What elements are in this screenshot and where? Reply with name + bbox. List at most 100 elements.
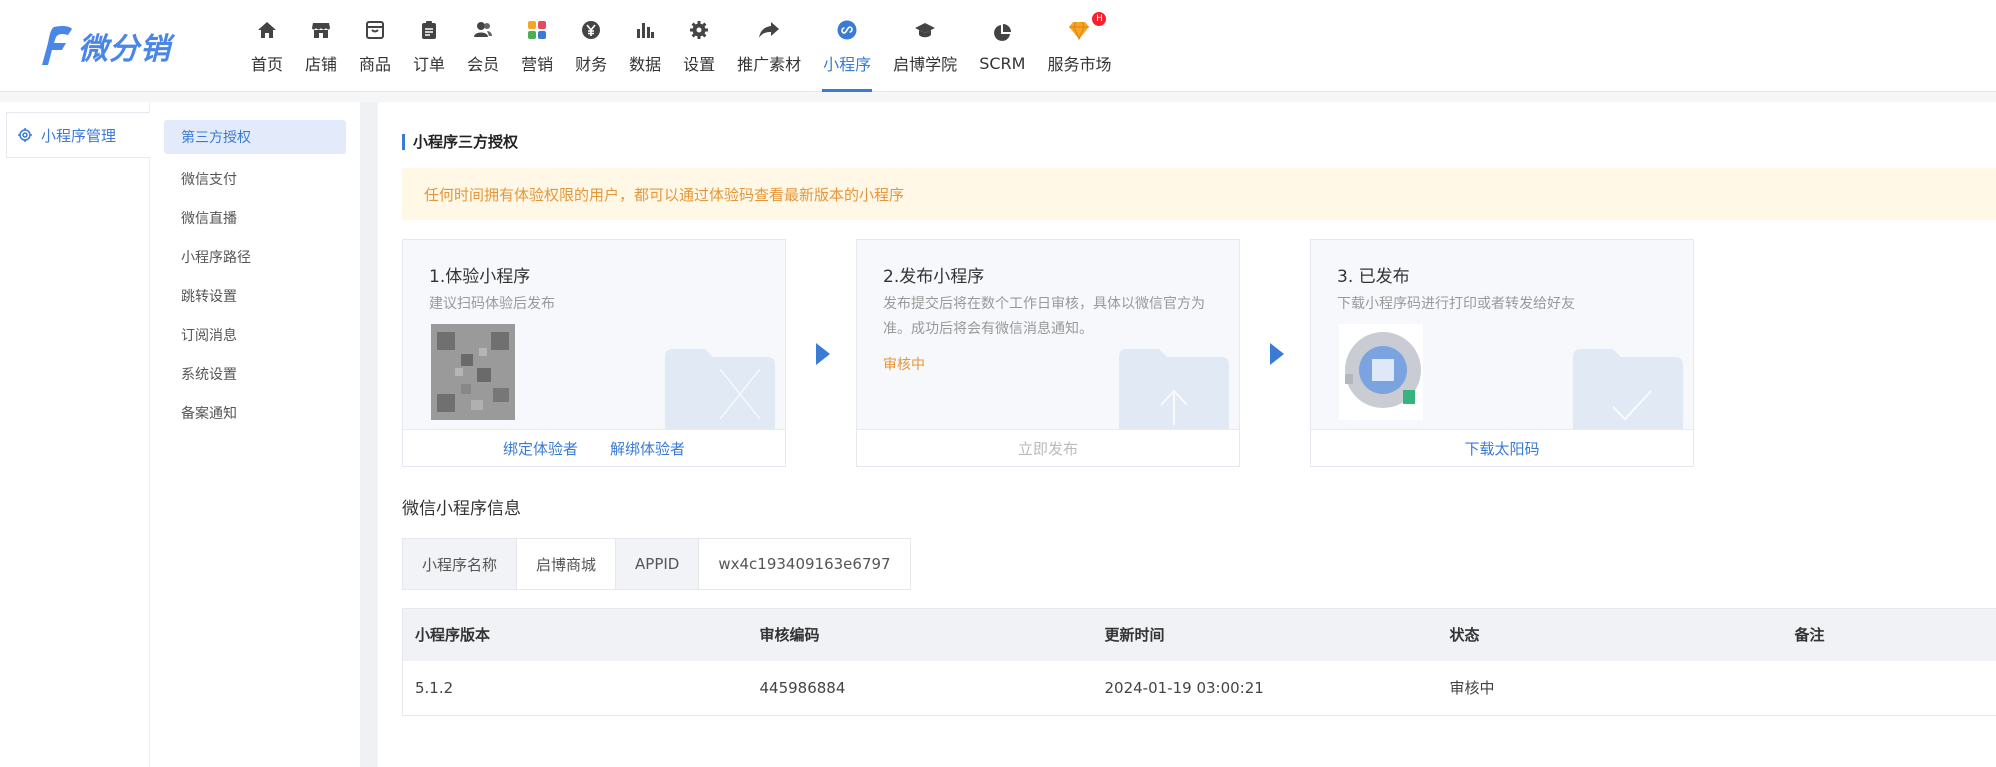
step-card-experience: 1.体验小程序 建议扫码体验后发布 绑定体验者 解绑体验者 — [402, 239, 786, 467]
table-row: 5.1.2 445986884 2024-01-19 03:00:21 审核中 — [402, 660, 1996, 716]
sidebar-item-miniprogram-management[interactable]: 小程序管理 — [6, 112, 150, 158]
nav-label: 数据 — [629, 55, 662, 74]
table-cell: 2024-01-19 03:00:21 — [1092, 660, 1438, 716]
nav-label: 店铺 — [305, 55, 338, 74]
review-status: 审核中 — [883, 357, 925, 373]
download-sun-code-link[interactable]: 下载太阳码 — [1464, 438, 1539, 459]
nav-label: SCRM — [979, 53, 1026, 73]
nav-promo-material[interactable]: 推广素材 — [726, 0, 812, 92]
pie-chart-icon — [991, 22, 1013, 44]
nav-orders[interactable]: 订单 — [402, 0, 456, 92]
menu-item-system-settings[interactable]: 系统设置 — [164, 354, 346, 393]
nav-academy[interactable]: 启博学院 — [882, 0, 968, 92]
info-label: APPID — [616, 539, 700, 589]
logo-mark-icon — [42, 25, 72, 66]
nav-settings[interactable]: 设置 — [672, 0, 726, 92]
nav-label: 首页 — [251, 55, 284, 74]
step-title: 3. 已发布 — [1337, 267, 1410, 287]
step-actions: 下载太阳码 — [1311, 429, 1693, 466]
notice-banner: 任何时间拥有体验权限的用户，都可以通过体验码查看最新版本的小程序 — [402, 168, 1996, 220]
nav-marketing[interactable]: 营销 — [510, 0, 564, 92]
table-cell: 审核中 — [1437, 660, 1783, 716]
users-icon — [472, 19, 494, 41]
nav-label: 订单 — [413, 55, 446, 74]
nav-label: 设置 — [683, 55, 716, 74]
top-navbar: 微分销 首页 店铺 商品 订单 会员 营销 财务 数据 设置 推广素材 小程序 … — [0, 0, 1996, 92]
graduation-cap-icon — [914, 19, 936, 41]
clipboard-icon — [418, 19, 440, 41]
info-value: wx4c193409163e6797 — [718, 555, 891, 573]
step-title: 2.发布小程序 — [883, 267, 985, 287]
hot-badge: H — [1092, 12, 1107, 26]
secondary-sidebar: 第三方授权 微信支付 微信直播 小程序路径 跳转设置 订阅消息 系统设置 备案通… — [150, 102, 360, 767]
step-actions: 立即发布 — [857, 429, 1239, 466]
table-cell: 5.1.2 — [402, 660, 748, 716]
nav-service-market[interactable]: H 服务市场 — [1036, 0, 1122, 92]
folder-illustration — [665, 349, 775, 429]
nav-data[interactable]: 数据 — [618, 0, 672, 92]
nav-store[interactable]: 店铺 — [294, 0, 348, 92]
miniprogram-info: 小程序名称 启博商城 APPID wx4c193409163e6797 — [402, 538, 911, 590]
version-table: 小程序版本 审核编码 更新时间 状态 备注 5.1.2 445986884 20… — [402, 608, 1996, 716]
table-header-row: 小程序版本 审核编码 更新时间 状态 备注 — [402, 608, 1996, 661]
primary-sidebar: 小程序管理 — [0, 102, 150, 767]
nav-label: 推广素材 — [737, 55, 802, 74]
store-icon — [310, 19, 332, 41]
page-title: 小程序三方授权 — [402, 134, 518, 150]
nav-goods[interactable]: 商品 — [348, 0, 402, 92]
yen-icon — [580, 19, 602, 41]
info-label: 小程序名称 — [403, 539, 518, 589]
nav-scrm[interactable]: SCRM — [968, 0, 1036, 92]
nav-label: 启博学院 — [893, 55, 958, 74]
menu-item-subscription-messages[interactable]: 订阅消息 — [164, 315, 346, 354]
step-title: 1.体验小程序 — [429, 267, 531, 287]
home-icon — [256, 19, 278, 41]
step-arrow-icon — [1270, 343, 1284, 365]
blurred-sun-code — [1339, 324, 1423, 420]
bar-chart-icon — [634, 19, 656, 41]
step-desc: 建议扫码体验后发布 — [429, 296, 555, 312]
menu-item-miniprogram-path[interactable]: 小程序路径 — [164, 237, 346, 276]
nav-miniprogram[interactable]: 小程序 — [812, 0, 882, 92]
column-header: 审核编码 — [747, 608, 1093, 661]
sidebar-item-label: 小程序管理 — [41, 126, 117, 145]
main-nav: 首页 店铺 商品 订单 会员 营销 财务 数据 设置 推广素材 小程序 启博学院… — [240, 0, 1122, 92]
folder-check-illustration — [1573, 349, 1683, 429]
column-header: 小程序版本 — [402, 608, 748, 661]
link-icon — [836, 19, 858, 41]
gear-outline-icon — [18, 128, 32, 142]
step-desc: 发布提交后将在数个工作日审核，具体以微信官方为准。成功后将会有微信消息通知。 — [883, 296, 1205, 337]
menu-item-third-party-auth[interactable]: 第三方授权 — [164, 120, 346, 154]
main-content: 小程序三方授权 任何时间拥有体验权限的用户，都可以通过体验码查看最新版本的小程序… — [378, 102, 1996, 767]
column-header: 状态 — [1437, 608, 1783, 661]
nav-finance[interactable]: 财务 — [564, 0, 618, 92]
menu-item-wechat-live[interactable]: 微信直播 — [164, 198, 346, 237]
gear-icon — [688, 19, 710, 41]
nav-label: 商品 — [359, 55, 392, 74]
menu-item-redirect-settings[interactable]: 跳转设置 — [164, 276, 346, 315]
step-card-publish: 2.发布小程序 发布提交后将在数个工作日审核，具体以微信官方为准。成功后将会有微… — [856, 239, 1240, 467]
info-value: 启博商城 — [517, 539, 617, 589]
nav-members[interactable]: 会员 — [456, 0, 510, 92]
unbind-tester-link[interactable]: 解绑体验者 — [610, 438, 685, 459]
grid-color-icon — [526, 19, 548, 41]
table-cell: 445986884 — [747, 660, 1093, 716]
logo[interactable]: 微分销 — [40, 22, 171, 70]
publish-now-button[interactable]: 立即发布 — [1018, 438, 1078, 459]
step-arrow-icon — [816, 343, 830, 365]
box-icon — [364, 19, 386, 41]
menu-item-wechat-pay[interactable]: 微信支付 — [164, 159, 346, 198]
nav-home[interactable]: 首页 — [240, 0, 294, 92]
bind-tester-link[interactable]: 绑定体验者 — [503, 438, 578, 459]
share-arrow-icon — [758, 19, 780, 41]
diamond-icon — [1068, 19, 1090, 41]
logo-text: 微分销 — [78, 32, 171, 67]
menu-item-filing-notice[interactable]: 备案通知 — [164, 393, 346, 432]
step-desc: 下载小程序码进行打印或者转发给好友 — [1337, 296, 1575, 312]
nav-label: 会员 — [467, 55, 500, 74]
blurred-qr-code — [431, 324, 515, 420]
nav-label: 服务市场 — [1047, 55, 1112, 74]
column-header: 更新时间 — [1092, 608, 1438, 661]
section-title: 微信小程序信息 — [402, 499, 521, 519]
table-cell — [1782, 660, 1996, 716]
